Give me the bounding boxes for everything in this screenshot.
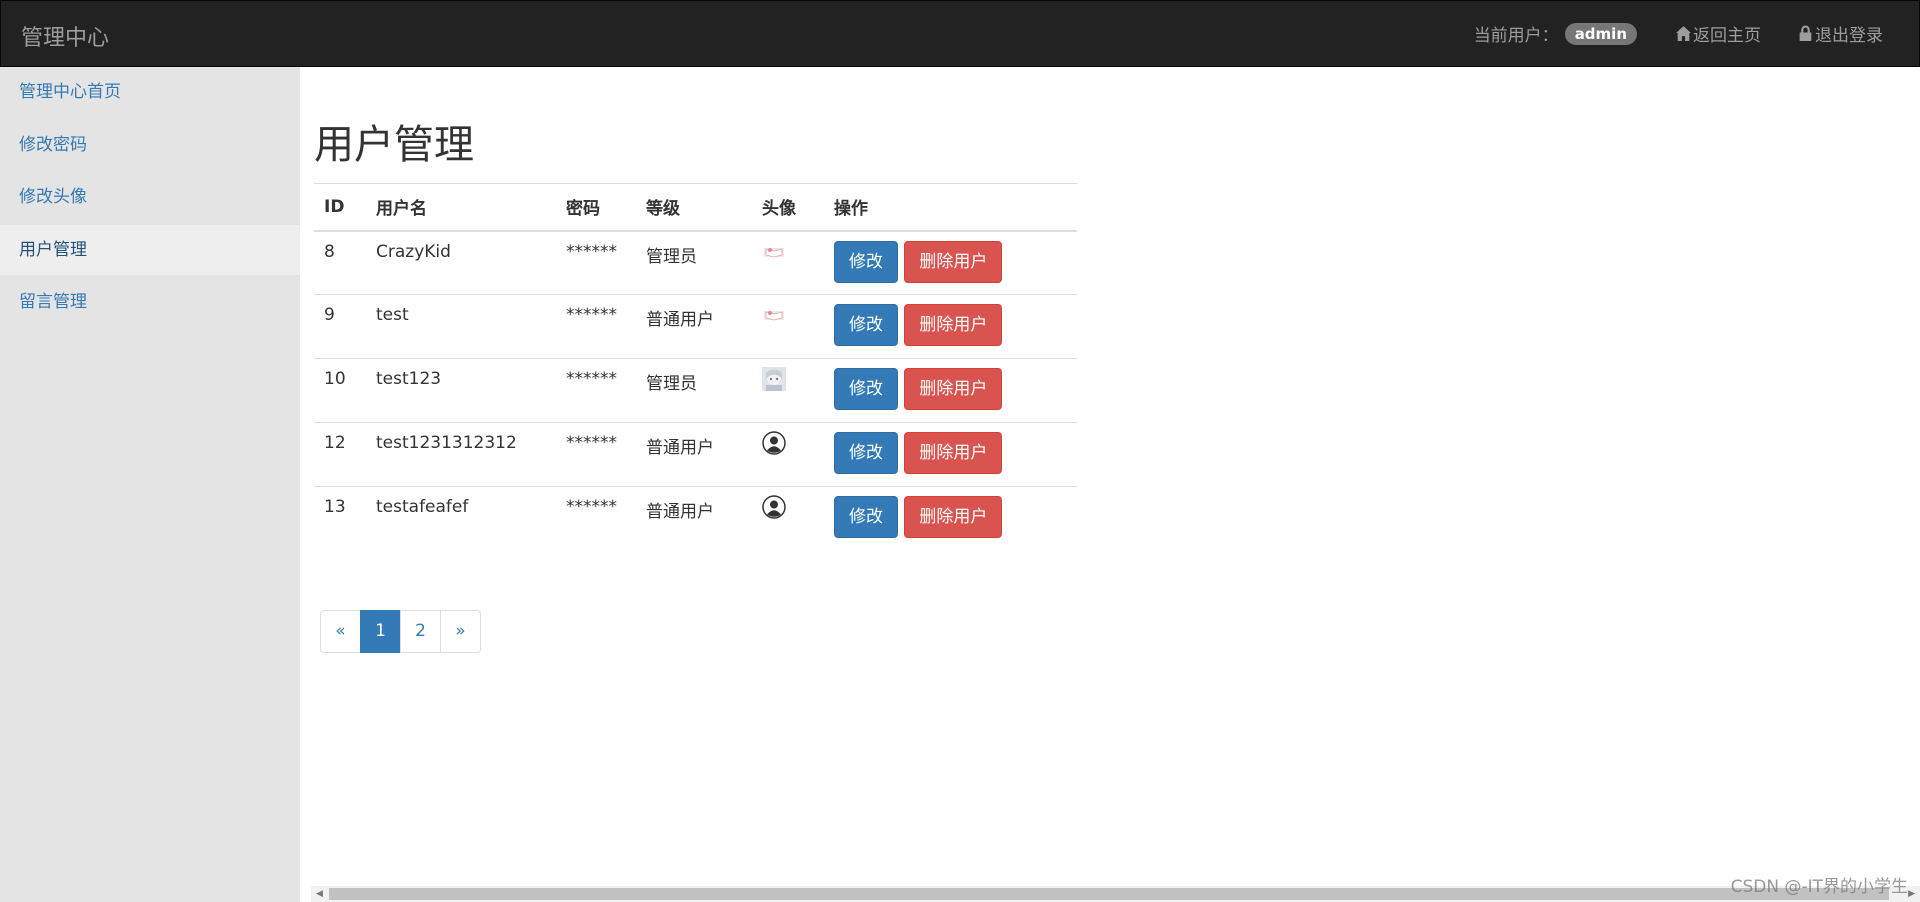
- scroll-right-arrow-icon[interactable]: ▶: [1908, 889, 1915, 899]
- cell-avatar: [752, 358, 824, 423]
- anime-avatar-icon: [762, 367, 786, 391]
- table-row: 10 test123 ****** 管理员 修改 删除用户: [314, 358, 1077, 423]
- table-row: 12 test1231312312 ****** 普通用户 修改 删除用户: [314, 422, 1077, 487]
- edit-user-button[interactable]: 修改: [834, 304, 898, 346]
- cell-id: 12: [314, 422, 366, 487]
- header-password: 密码: [556, 183, 636, 232]
- table-row: 13 testafeafef ****** 普通用户 修改 删除用户: [314, 487, 1077, 551]
- cell-avatar: [752, 294, 824, 359]
- cell-actions: 修改 删除用户: [824, 230, 1077, 295]
- book-avatar-icon: [764, 311, 784, 321]
- table-row: 8 CrazyKid ****** 管理员 修改 删除用户: [314, 230, 1077, 295]
- edit-user-button[interactable]: 修改: [834, 496, 898, 538]
- sidebar-item-user-management[interactable]: 用户管理: [0, 224, 300, 275]
- cell-avatar: [752, 487, 824, 551]
- current-user-badge: admin: [1564, 22, 1637, 45]
- cell-id: 10: [314, 358, 366, 423]
- cell-id: 13: [324, 497, 346, 517]
- cell-id: 9: [314, 294, 366, 359]
- home-link[interactable]: 返回主页: [1675, 21, 1761, 46]
- logout-link[interactable]: 退出登录: [1797, 21, 1883, 46]
- table-row: 9 test ****** 普通用户 修改 删除用户: [314, 294, 1077, 359]
- navbar-brand[interactable]: 管理中心: [21, 20, 109, 52]
- cell-actions: 修改 删除用户: [824, 422, 1077, 487]
- sidebar-item-message-management[interactable]: 留言管理: [0, 277, 300, 327]
- default-user-avatar-icon: [762, 495, 786, 519]
- watermark: CSDN @-IT界的小学生: [1730, 877, 1908, 897]
- cell-actions: 修改 删除用户: [824, 358, 1077, 423]
- home-link-label: 返回主页: [1693, 26, 1761, 46]
- table-header-row: ID 用户名 密码 等级 头像 操作: [314, 183, 1077, 232]
- cell-level: 管理员: [636, 230, 752, 295]
- delete-user-button[interactable]: 删除用户: [904, 240, 1003, 283]
- default-user-avatar-icon: [762, 431, 786, 455]
- cell-level: 管理员: [636, 358, 752, 423]
- header-username: 用户名: [366, 183, 556, 232]
- header-actions: 操作: [824, 183, 1077, 232]
- sidebar-item-dashboard[interactable]: 管理中心首页: [0, 67, 300, 117]
- cell-username: CrazyKid: [366, 230, 556, 295]
- cell-avatar: [752, 422, 824, 487]
- cell-level: 普通用户: [636, 422, 752, 487]
- delete-user-button[interactable]: 删除用户: [904, 432, 1003, 474]
- delete-user-button[interactable]: 删除用户: [904, 496, 1003, 538]
- edit-user-button[interactable]: 修改: [834, 240, 898, 283]
- current-user-label: 当前用户：: [1473, 26, 1559, 46]
- cell-password: ******: [556, 294, 636, 359]
- pagination: « 1 2 »: [320, 610, 481, 653]
- home-icon: [1676, 26, 1691, 41]
- horizontal-scrollbar[interactable]: ◀ ▶: [311, 886, 1920, 902]
- cell-username: test: [366, 294, 556, 359]
- top-navbar: 管理中心 当前用户： admin 返回主页 退出登录: [0, 0, 1920, 67]
- cell-password: ******: [566, 497, 617, 517]
- header-level: 等级: [636, 183, 752, 232]
- lock-icon: [1799, 25, 1812, 41]
- page-title: 用户管理: [314, 122, 474, 168]
- cell-level: 普通用户: [646, 502, 714, 522]
- cell-actions: 修改 删除用户: [824, 294, 1077, 359]
- cell-username: testafeafef: [376, 497, 469, 517]
- scrollbar-thumb[interactable]: [329, 888, 1889, 900]
- sidebar-item-change-avatar[interactable]: 修改头像: [0, 172, 300, 222]
- cell-username: test1231312312: [366, 422, 556, 487]
- edit-user-button[interactable]: 修改: [834, 368, 898, 410]
- scroll-left-arrow-icon[interactable]: ◀: [316, 889, 323, 899]
- cell-id: 8: [314, 230, 366, 295]
- pagination-next[interactable]: »: [440, 610, 481, 653]
- delete-user-button[interactable]: 删除用户: [904, 368, 1003, 410]
- cell-username: test123: [366, 358, 556, 423]
- sidebar: 管理中心首页 修改密码 修改头像 用户管理 留言管理: [0, 67, 300, 902]
- pagination-page-1[interactable]: 1: [360, 610, 401, 653]
- delete-user-button[interactable]: 删除用户: [904, 304, 1003, 346]
- header-avatar: 头像: [752, 183, 824, 232]
- edit-user-button[interactable]: 修改: [834, 432, 898, 474]
- header-id: ID: [314, 183, 366, 232]
- sidebar-item-change-password[interactable]: 修改密码: [0, 120, 300, 170]
- cell-actions: 修改 删除用户: [824, 487, 1077, 551]
- pagination-prev[interactable]: «: [320, 610, 361, 653]
- logout-link-label: 退出登录: [1815, 26, 1883, 46]
- user-table: ID 用户名 密码 等级 头像 操作 8 CrazyKid ****** 管理员…: [314, 183, 1077, 551]
- cell-password: ******: [556, 358, 636, 423]
- pagination-page-2[interactable]: 2: [400, 610, 441, 653]
- navbar-right: 当前用户： admin 返回主页 退出登录: [1474, 21, 1883, 46]
- book-avatar-icon: [764, 247, 784, 257]
- cell-avatar: [752, 230, 824, 295]
- cell-password: ******: [556, 422, 636, 487]
- cell-level: 普通用户: [636, 294, 752, 359]
- cell-password: ******: [556, 230, 636, 295]
